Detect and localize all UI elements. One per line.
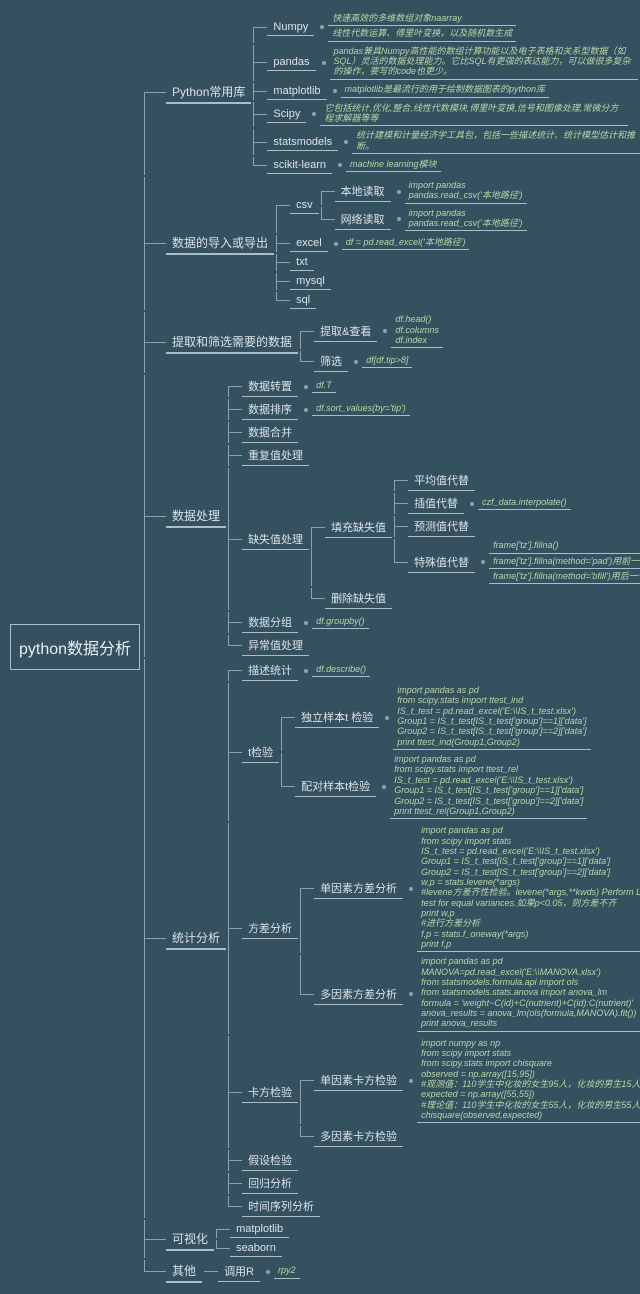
node-ts[interactable]: 时间序列分析 <box>242 1196 320 1217</box>
node-anova-one[interactable]: 单因素方差分析 <box>314 878 403 899</box>
node-ttest[interactable]: t检验 <box>242 742 279 763</box>
node-other[interactable]: 其他 <box>166 1260 202 1283</box>
node-scikit[interactable]: scikit-learn <box>267 157 332 174</box>
leaf-ttest-ind: import pandas as pd from scipy.stats imp… <box>393 685 590 750</box>
node-csv[interactable]: csv <box>290 197 319 214</box>
leaf-scikit: machine learning模块 <box>346 159 441 172</box>
node-numpy[interactable]: Numpy <box>267 19 314 36</box>
leaf-group: df.groupby() <box>312 616 369 629</box>
node-sql[interactable]: sql <box>290 292 316 309</box>
leaf-excel: df = pd.read_excel('本地路径') <box>342 237 470 250</box>
node-fill-pred[interactable]: 预测值代替 <box>408 516 475 537</box>
node-view[interactable]: 提取&查看 <box>314 321 377 342</box>
node-process[interactable]: 数据处理 <box>166 505 226 528</box>
leaf-view: df.head() df.columns df.index <box>391 314 443 348</box>
leaf-csv-local: import pandas pandas.read_csv('本地路径') <box>405 180 527 204</box>
node-chi-multi[interactable]: 多因素卡方检验 <box>314 1126 403 1147</box>
node-chi-one[interactable]: 单因素卡方检验 <box>314 1070 403 1091</box>
leaf-desc: df.describe() <box>312 664 370 677</box>
node-scipy[interactable]: Scipy <box>267 106 306 123</box>
node-group[interactable]: 数据分组 <box>242 612 298 633</box>
node-libs[interactable]: Python常用库 <box>166 81 251 104</box>
leaf-sort: df.sort_values(by='tip') <box>312 403 410 416</box>
node-stats[interactable]: 统计分析 <box>166 927 226 950</box>
node-excel[interactable]: excel <box>290 235 328 252</box>
node-miss[interactable]: 缺失值处理 <box>242 529 309 550</box>
root-node[interactable]: python数据分析 <box>10 624 140 670</box>
node-outlier[interactable]: 异常值处理 <box>242 635 309 656</box>
node-viz[interactable]: 可视化 <box>166 1228 214 1251</box>
leaf-numpy-1: 快速高效的多维数组对象naarray <box>328 13 516 26</box>
leaf-fill-sp1: frame['tz'].fillna() <box>489 540 640 553</box>
node-csv-net[interactable]: 网络读取 <box>335 209 391 230</box>
node-hypo[interactable]: 假设检验 <box>242 1150 298 1171</box>
leaf-scipy: 它包括统计,优化,整合,线性代数模块,傅里叶变换,信号和图像处理,常微分方程求解… <box>320 103 628 127</box>
node-r[interactable]: 调用R <box>218 1261 260 1282</box>
mindmap-root: python数据分析 Python常用库 Numpy 快速高效的多维数组对象na… <box>10 10 630 1284</box>
node-ttest-rel[interactable]: 配对样本t检验 <box>295 776 376 797</box>
node-fill-interp[interactable]: 插值代替 <box>408 493 464 514</box>
node-fill[interactable]: 填充缺失值 <box>325 517 392 538</box>
leaf-numpy-2: 线性代数运算、傅里叶变换，以及随机数生成 <box>328 28 516 41</box>
node-anova-multi[interactable]: 多因素方差分析 <box>314 984 403 1005</box>
node-ttest-ind[interactable]: 独立样本t 检验 <box>295 707 379 728</box>
node-viz-sea[interactable]: seaborn <box>230 1240 282 1257</box>
node-sort[interactable]: 数据排序 <box>242 399 298 420</box>
node-fill-special[interactable]: 特殊值代替 <box>408 552 475 573</box>
leaf-csv-net: import pandas pandas.read_csv('本地路径') <box>405 208 527 232</box>
node-extract[interactable]: 提取和筛选需要的数据 <box>166 331 298 354</box>
node-filter[interactable]: 筛选 <box>314 351 348 372</box>
leaf-matplotlib: matplotlib是最流行的用于绘制数据图表的python库 <box>341 84 550 97</box>
leaf-pandas: pandas兼具Numpy高性能的数组计算功能以及电子表格和关系型数据（如SQL… <box>330 46 638 80</box>
leaf-statsmodels: 统计建模和计量经济学工具包，包括一些描述统计、统计模型估计和推断。 <box>352 130 640 154</box>
leaf-fill-sp3: frame['tz'].fillna(method='bfill')用后一个值代… <box>489 571 640 584</box>
node-viz-mpl[interactable]: matplotlib <box>230 1221 289 1238</box>
node-chi[interactable]: 卡方检验 <box>242 1082 298 1103</box>
leaf-fill-interp: czf_data.interpolate() <box>478 497 571 510</box>
leaf-ttest-rel: import pandas as pd from scipy.stats imp… <box>390 754 587 819</box>
node-anova[interactable]: 方差分析 <box>242 918 298 939</box>
node-csv-local[interactable]: 本地读取 <box>335 181 391 202</box>
leaf-fill-sp2: frame['tz'].fillna(method='pad')用前一个值代替 <box>489 556 640 569</box>
leaf-transpose: df.T <box>312 380 336 393</box>
node-mysql[interactable]: mysql <box>290 273 331 290</box>
node-txt[interactable]: txt <box>290 254 314 271</box>
node-transpose[interactable]: 数据转置 <box>242 376 298 397</box>
node-desc[interactable]: 描述统计 <box>242 660 298 681</box>
leaf-r: rpy2 <box>274 1265 300 1278</box>
node-dropna[interactable]: 删除缺失值 <box>325 588 392 609</box>
node-pandas[interactable]: pandas <box>267 54 315 71</box>
leaf-chi-one: import numpy as np from scipy import sta… <box>417 1038 640 1124</box>
node-matplotlib[interactable]: matplotlib <box>267 83 326 100</box>
node-statsmodels[interactable]: statsmodels <box>267 134 338 151</box>
leaf-anova-one: import pandas as pd from scipy import st… <box>417 825 640 952</box>
node-io[interactable]: 数据的导入或导出 <box>166 232 274 255</box>
node-dup[interactable]: 重复值处理 <box>242 445 309 466</box>
node-reg[interactable]: 回归分析 <box>242 1173 298 1194</box>
node-merge[interactable]: 数据合并 <box>242 422 298 443</box>
leaf-filter: df[df.tip>8] <box>362 355 412 368</box>
leaf-anova-multi: import pandas as pd MANOVA=pd.read_excel… <box>417 956 640 1031</box>
node-fill-mean[interactable]: 平均值代替 <box>408 470 475 491</box>
